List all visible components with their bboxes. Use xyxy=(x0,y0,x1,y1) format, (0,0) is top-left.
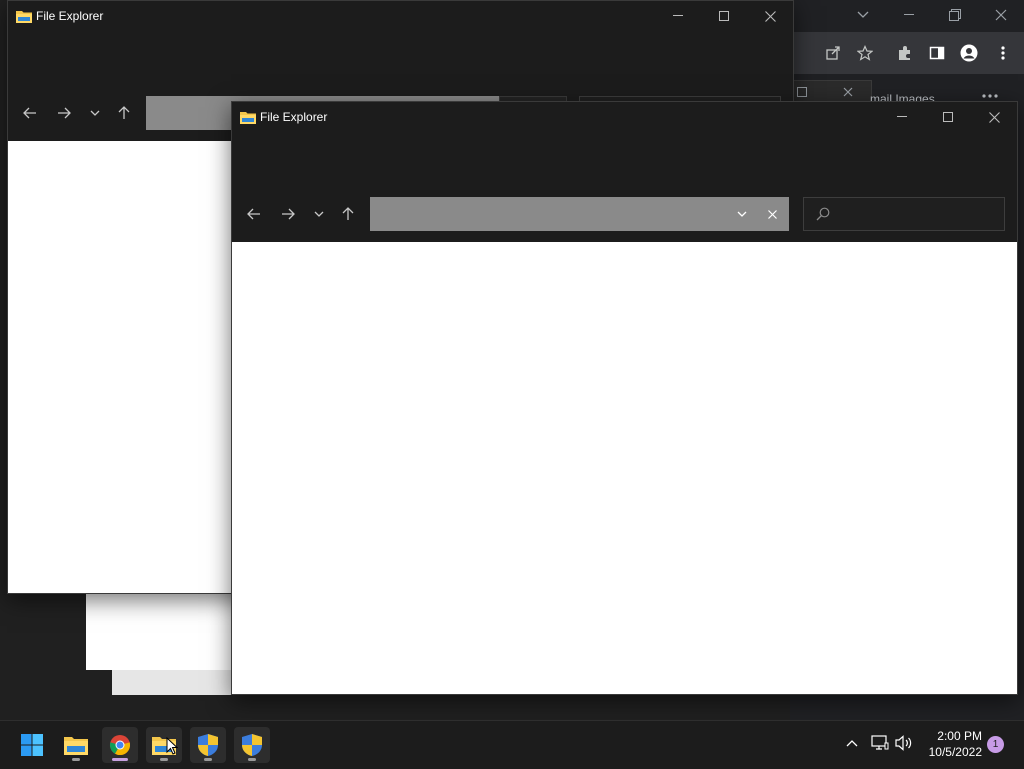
close-button[interactable] xyxy=(971,102,1017,132)
minimize-icon xyxy=(897,116,907,117)
star-icon xyxy=(857,45,873,61)
active-indicator xyxy=(112,758,128,761)
arrow-up-icon xyxy=(342,207,354,220)
running-indicator xyxy=(160,758,168,761)
share-icon xyxy=(826,46,840,60)
network-icon xyxy=(871,735,889,750)
maximize-button[interactable] xyxy=(925,102,971,132)
file-explorer-window-front: File Explorer xyxy=(231,101,1018,695)
minimize-icon xyxy=(904,14,914,15)
side-panel-icon xyxy=(929,46,945,60)
running-indicator xyxy=(72,758,80,761)
chevron-up-icon xyxy=(846,740,858,747)
arrow-left-icon xyxy=(23,107,36,119)
forward-button[interactable] xyxy=(50,99,78,127)
arrow-right-icon xyxy=(58,107,71,119)
running-indicator xyxy=(204,758,212,761)
taskbar: 2:00 PM 10/5/2022 1 xyxy=(0,720,1024,769)
shield-icon xyxy=(198,734,218,756)
back-button[interactable] xyxy=(16,99,44,127)
shield-icon xyxy=(242,734,262,756)
volume-button[interactable] xyxy=(892,731,916,755)
apps-grid-icon[interactable] xyxy=(982,94,998,98)
clock[interactable]: 2:00 PM 10/5/2022 xyxy=(929,728,982,760)
chrome-tab-search-button[interactable] xyxy=(840,0,886,30)
restore-icon xyxy=(797,87,807,97)
chevron-down-icon xyxy=(314,211,324,217)
chrome-toolbar xyxy=(790,32,1024,74)
minimize-icon xyxy=(673,15,683,16)
start-button[interactable] xyxy=(14,727,50,763)
address-bar[interactable] xyxy=(370,197,789,231)
taskbar-file-explorer[interactable] xyxy=(58,727,94,763)
chevron-down-icon xyxy=(737,211,747,217)
side-panel-button[interactable] xyxy=(924,40,950,66)
extensions-icon xyxy=(899,46,910,60)
close-icon xyxy=(995,9,1007,21)
chevron-down-icon xyxy=(857,11,869,18)
restore-icon xyxy=(949,9,961,21)
clock-time: 2:00 PM xyxy=(937,729,982,743)
title-bar[interactable]: File Explorer xyxy=(8,1,793,31)
up-button[interactable] xyxy=(110,99,138,127)
share-button[interactable] xyxy=(820,40,846,66)
minimize-button[interactable] xyxy=(879,102,925,132)
minimize-button[interactable] xyxy=(655,1,701,31)
navigation-bar xyxy=(232,186,1017,242)
folder-icon xyxy=(240,112,256,124)
arrow-left-icon xyxy=(247,208,260,220)
up-button[interactable] xyxy=(334,200,362,228)
chevron-down-icon xyxy=(90,110,100,116)
network-button[interactable] xyxy=(868,731,892,755)
maximize-icon xyxy=(943,112,953,122)
close-icon xyxy=(767,209,777,219)
search-box[interactable] xyxy=(803,197,1005,231)
windows-logo-icon xyxy=(21,734,43,756)
profile-icon xyxy=(960,44,978,62)
recent-locations-button[interactable] xyxy=(305,200,333,228)
address-clear-button[interactable] xyxy=(765,207,779,221)
menu-kebab-icon xyxy=(1001,46,1005,60)
show-hidden-icons-button[interactable] xyxy=(840,731,864,755)
chrome-close-button[interactable] xyxy=(978,0,1024,30)
folder-icon xyxy=(64,737,88,755)
title-bar[interactable]: File Explorer xyxy=(232,102,1017,132)
chrome-menu-button[interactable] xyxy=(990,40,1016,66)
address-dropdown-button[interactable] xyxy=(735,207,749,221)
forward-button[interactable] xyxy=(274,200,302,228)
file-list-area[interactable] xyxy=(232,242,1017,694)
mouse-cursor-icon xyxy=(166,737,178,755)
running-indicator xyxy=(248,758,256,761)
volume-icon xyxy=(895,735,912,751)
recent-locations-button[interactable] xyxy=(81,99,109,127)
taskbar-chrome[interactable] xyxy=(102,727,138,763)
extensions-button[interactable] xyxy=(892,40,918,66)
window-title: File Explorer xyxy=(260,110,328,124)
window-title: File Explorer xyxy=(36,9,104,23)
close-icon xyxy=(988,111,1000,123)
taskbar-shield-app-1[interactable] xyxy=(190,727,226,763)
chrome-restore-button[interactable] xyxy=(932,0,978,30)
chrome-icon xyxy=(109,735,131,756)
notification-badge[interactable]: 1 xyxy=(987,736,1004,753)
profile-button[interactable] xyxy=(956,40,982,66)
search-icon xyxy=(816,207,830,221)
close-icon xyxy=(764,10,776,22)
arrow-right-icon xyxy=(282,208,295,220)
arrow-up-icon xyxy=(118,106,130,119)
taskbar-file-explorer-2[interactable] xyxy=(146,727,182,763)
taskbar-shield-app-2[interactable] xyxy=(234,727,270,763)
close-icon xyxy=(843,87,853,97)
back-button[interactable] xyxy=(240,200,268,228)
clock-date: 10/5/2022 xyxy=(928,745,982,759)
close-button[interactable] xyxy=(747,1,793,31)
maximize-icon xyxy=(719,11,729,21)
chrome-minimize-button[interactable] xyxy=(886,0,932,30)
folder-icon xyxy=(16,11,32,23)
maximize-button[interactable] xyxy=(701,1,747,31)
bookmark-button[interactable] xyxy=(852,40,878,66)
